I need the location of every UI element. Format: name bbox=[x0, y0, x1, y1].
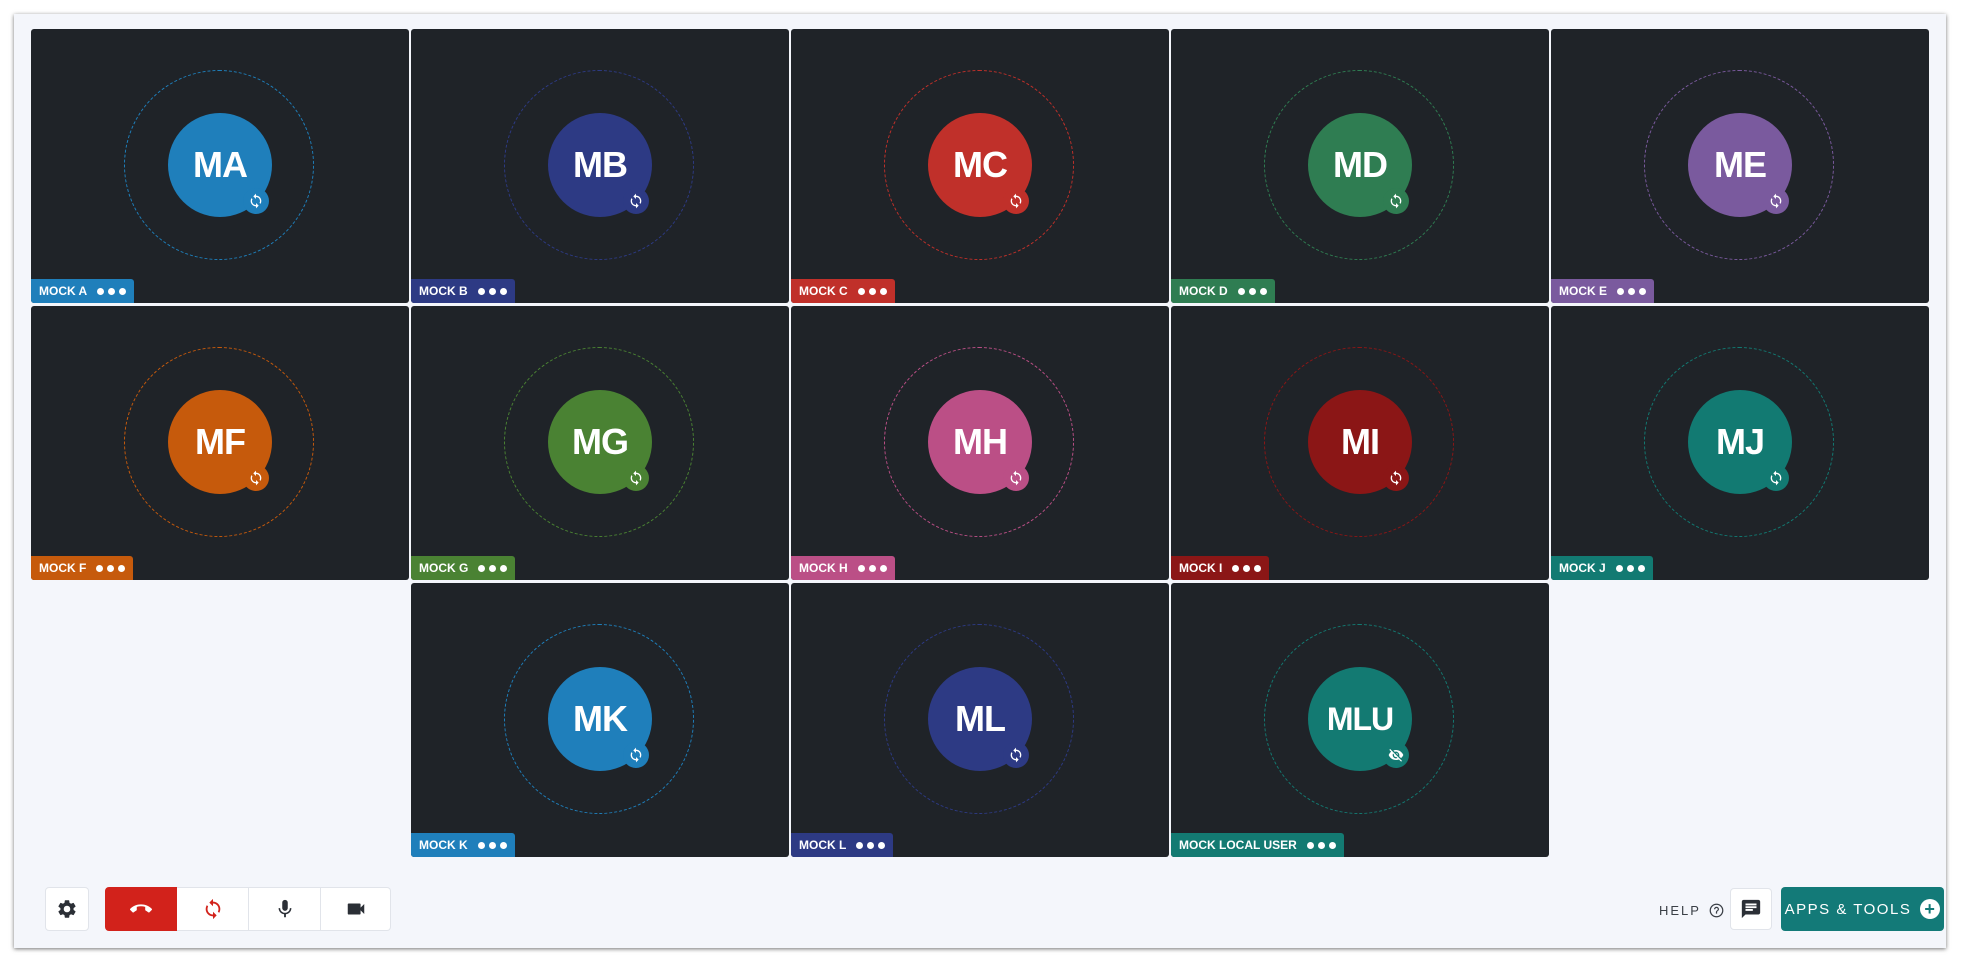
help-link[interactable]: HELP bbox=[1659, 899, 1724, 921]
microphone-button[interactable] bbox=[249, 887, 321, 931]
sync-icon bbox=[1763, 188, 1789, 214]
sync-icon bbox=[243, 465, 269, 491]
participant-tile[interactable]: ML MOCK L bbox=[791, 583, 1169, 857]
participant-tile[interactable]: MF MOCK F bbox=[31, 306, 409, 580]
help-label: HELP bbox=[1659, 902, 1701, 918]
participant-nameplate: MOCK F bbox=[31, 556, 134, 580]
participant-nameplate: MOCK L bbox=[791, 833, 894, 857]
participant-name: MOCK G bbox=[419, 561, 469, 575]
phone-hangup-icon bbox=[130, 904, 152, 913]
video-camera-icon bbox=[347, 903, 364, 915]
more-options-icon[interactable] bbox=[477, 841, 507, 849]
question-circle-icon bbox=[1709, 903, 1724, 917]
sync-icon bbox=[243, 188, 269, 214]
sync-icon bbox=[623, 465, 649, 491]
more-options-icon[interactable] bbox=[478, 564, 508, 572]
participant-grid: MA MOCK A MB MOCK B MC MOCK C MD MOCK D ME MOCK E… bbox=[31, 29, 1931, 857]
plus-icon: + bbox=[1920, 899, 1941, 919]
participant-tile[interactable]: ME MOCK E bbox=[1551, 29, 1929, 303]
participant-tile[interactable]: MJ MOCK J bbox=[1551, 306, 1929, 580]
participant-tile[interactable]: MH MOCK H bbox=[791, 306, 1169, 580]
participant-tile[interactable]: MB MOCK B bbox=[411, 29, 789, 303]
sync-icon bbox=[1003, 742, 1029, 768]
participant-tile[interactable]: MC MOCK C bbox=[791, 29, 1169, 303]
participant-tile[interactable]: MD MOCK D bbox=[1171, 29, 1549, 303]
participant-name: MOCK E bbox=[1559, 284, 1607, 298]
chat-button[interactable] bbox=[1730, 888, 1772, 930]
participant-tile[interactable]: MA MOCK A bbox=[31, 29, 409, 303]
participant-nameplate: MOCK A bbox=[31, 279, 135, 303]
apps-tools-button[interactable]: APPS & TOOLS + bbox=[1781, 887, 1944, 931]
eye-off-icon bbox=[1383, 742, 1409, 768]
more-options-icon[interactable] bbox=[1232, 564, 1262, 572]
participant-nameplate: MOCK I bbox=[1171, 556, 1270, 580]
participant-nameplate: MOCK K bbox=[411, 833, 515, 857]
participant-name: MOCK LOCAL USER bbox=[1179, 838, 1297, 852]
participant-nameplate: MOCK D bbox=[1171, 279, 1275, 303]
participant-name: MOCK I bbox=[1179, 561, 1223, 575]
participant-name: MOCK C bbox=[799, 284, 848, 298]
sync-icon bbox=[1383, 188, 1409, 214]
more-options-icon[interactable] bbox=[477, 287, 507, 295]
hangup-button[interactable] bbox=[105, 887, 177, 931]
participant-name: MOCK D bbox=[1179, 284, 1228, 298]
participant-name: MOCK K bbox=[419, 838, 468, 852]
sync-icon bbox=[1003, 188, 1029, 214]
participant-nameplate: MOCK LOCAL USER bbox=[1171, 833, 1344, 857]
microphone-icon bbox=[278, 899, 291, 918]
more-options-icon[interactable] bbox=[1615, 564, 1645, 572]
camera-button[interactable] bbox=[321, 887, 391, 931]
more-options-icon[interactable] bbox=[856, 841, 886, 849]
settings-button[interactable] bbox=[45, 887, 89, 931]
participant-name: MOCK H bbox=[799, 561, 848, 575]
participant-nameplate: MOCK H bbox=[791, 556, 895, 580]
sync-icon bbox=[205, 898, 220, 920]
more-options-icon[interactable] bbox=[857, 564, 887, 572]
participant-name: MOCK B bbox=[419, 284, 468, 298]
more-options-icon[interactable] bbox=[1617, 287, 1646, 295]
participant-nameplate: MOCK E bbox=[1551, 279, 1654, 303]
more-options-icon[interactable] bbox=[1237, 287, 1267, 295]
gear-icon bbox=[58, 900, 76, 918]
conference-window: MA MOCK A MB MOCK B MC MOCK C MD MOCK D ME MOCK E… bbox=[14, 14, 1946, 948]
more-options-icon[interactable] bbox=[857, 287, 887, 295]
participant-name: MOCK L bbox=[799, 838, 847, 852]
participant-tile[interactable]: MLU MOCK LOCAL USER bbox=[1171, 583, 1549, 857]
participant-nameplate: MOCK B bbox=[411, 279, 515, 303]
participant-nameplate: MOCK C bbox=[791, 279, 895, 303]
participant-nameplate: MOCK J bbox=[1551, 556, 1653, 580]
participant-name: MOCK F bbox=[39, 561, 87, 575]
participant-tile[interactable]: MG MOCK G bbox=[411, 306, 789, 580]
sync-toggle-button[interactable] bbox=[177, 887, 249, 931]
more-options-icon[interactable] bbox=[96, 564, 126, 572]
more-options-icon[interactable] bbox=[1306, 841, 1336, 849]
sync-icon bbox=[623, 742, 649, 768]
chat-icon bbox=[1741, 899, 1761, 919]
sync-icon bbox=[1383, 465, 1409, 491]
participant-tile[interactable]: MK MOCK K bbox=[411, 583, 789, 857]
participant-name: MOCK J bbox=[1559, 561, 1606, 575]
more-options-icon[interactable] bbox=[97, 287, 127, 295]
sync-icon bbox=[1003, 465, 1029, 491]
participant-tile[interactable]: MI MOCK I bbox=[1171, 306, 1549, 580]
sync-icon bbox=[1763, 465, 1789, 491]
sync-icon bbox=[623, 188, 649, 214]
apps-tools-label: APPS & TOOLS bbox=[1784, 900, 1912, 918]
participant-nameplate: MOCK G bbox=[411, 556, 516, 580]
participant-name: MOCK A bbox=[39, 284, 88, 298]
